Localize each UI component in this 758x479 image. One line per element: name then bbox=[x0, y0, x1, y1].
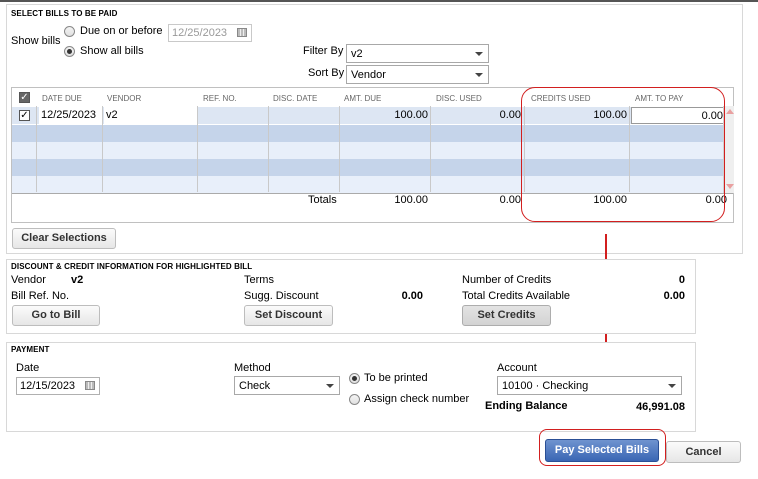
header-ref-no[interactable]: REF. NO. bbox=[203, 94, 237, 103]
chevron-down-icon bbox=[668, 384, 676, 388]
chevron-down-icon bbox=[326, 384, 334, 388]
sort-by-label: Sort By bbox=[308, 67, 345, 79]
due-on-before-radio[interactable] bbox=[64, 26, 75, 37]
payment-date-label: Date bbox=[16, 362, 40, 374]
show-all-bills-radio[interactable] bbox=[64, 46, 75, 57]
totals-label: Totals bbox=[308, 194, 337, 206]
sugg-discount-value: 0.00 bbox=[401, 290, 423, 302]
cell-amt-due: 100.00 bbox=[394, 109, 428, 121]
clear-selections-button[interactable]: Clear Selections bbox=[12, 228, 116, 249]
show-all-bills-label[interactable]: Show all bills bbox=[80, 45, 144, 57]
due-date-field[interactable]: 12/25/2023 bbox=[168, 24, 252, 42]
annotation-highlight-box bbox=[521, 87, 725, 222]
column-divider bbox=[36, 106, 37, 192]
column-divider bbox=[268, 106, 269, 192]
cell-date-due: 12/25/2023 bbox=[39, 107, 102, 124]
method-dropdown[interactable]: Check bbox=[234, 376, 340, 395]
pay-selected-bills-button[interactable]: Pay Selected Bills bbox=[545, 439, 659, 462]
scroll-up-arrow-icon[interactable] bbox=[726, 109, 734, 114]
ending-balance-value: 46,991.08 bbox=[636, 401, 685, 413]
select-bills-title: SELECT BILLS TO BE PAID bbox=[11, 9, 118, 18]
cancel-button[interactable]: Cancel bbox=[666, 441, 741, 463]
to-be-printed-radio[interactable] bbox=[349, 373, 360, 384]
set-discount-button[interactable]: Set Discount bbox=[244, 305, 333, 326]
set-credits-button[interactable]: Set Credits bbox=[462, 305, 551, 326]
filter-by-value: v2 bbox=[351, 48, 363, 60]
due-date-value: 12/25/2023 bbox=[172, 27, 228, 39]
calendar-icon[interactable] bbox=[85, 381, 95, 390]
payment-date-value: 12/15/2023 bbox=[20, 380, 76, 392]
cell-disc-used: 0.00 bbox=[499, 109, 521, 121]
payment-date-field[interactable]: 12/15/2023 bbox=[16, 377, 100, 395]
assign-check-radio[interactable] bbox=[349, 394, 360, 405]
ending-balance-label: Ending Balance bbox=[485, 400, 568, 412]
column-divider bbox=[339, 106, 340, 192]
chevron-down-icon bbox=[475, 52, 483, 56]
row-checkbox[interactable]: ✓ bbox=[19, 110, 30, 121]
method-label: Method bbox=[234, 362, 271, 374]
cell-ref-no[interactable] bbox=[198, 107, 268, 124]
header-date-due[interactable]: DATE DUE bbox=[42, 94, 82, 103]
account-dropdown[interactable]: 10100 · Checking bbox=[497, 376, 682, 395]
to-be-printed-label[interactable]: To be printed bbox=[364, 372, 428, 384]
column-divider bbox=[430, 106, 431, 192]
sort-by-dropdown[interactable]: Vendor bbox=[346, 65, 489, 84]
cell-disc-date[interactable] bbox=[269, 107, 339, 124]
chevron-down-icon bbox=[475, 73, 483, 77]
assign-check-label[interactable]: Assign check number bbox=[364, 393, 469, 405]
filter-by-label: Filter By bbox=[303, 45, 344, 57]
vendor-label: Vendor bbox=[11, 274, 46, 286]
sugg-discount-label: Sugg. Discount bbox=[244, 290, 319, 302]
header-vendor[interactable]: VENDOR bbox=[107, 94, 141, 103]
filter-by-dropdown[interactable]: v2 bbox=[346, 44, 489, 63]
scroll-down-arrow-icon[interactable] bbox=[726, 184, 734, 189]
method-value: Check bbox=[239, 380, 271, 392]
total-credits-value: 0.00 bbox=[663, 290, 685, 302]
terms-label: Terms bbox=[244, 274, 274, 286]
num-credits-value: 0 bbox=[678, 274, 685, 286]
go-to-bill-button[interactable]: Go to Bill bbox=[12, 305, 100, 326]
header-disc-used[interactable]: DISC. USED bbox=[436, 94, 482, 103]
discount-credit-title: DISCOUNT & CREDIT INFORMATION FOR HIGHLI… bbox=[11, 262, 253, 271]
account-value: 10100 · Checking bbox=[502, 380, 589, 392]
column-divider bbox=[197, 106, 198, 192]
header-disc-date[interactable]: DISC. DATE bbox=[273, 94, 317, 103]
calendar-icon[interactable] bbox=[237, 28, 247, 37]
column-divider bbox=[102, 106, 103, 192]
cell-vendor: v2 bbox=[104, 107, 197, 124]
total-amt-due: 100.00 bbox=[394, 194, 428, 206]
total-credits-label: Total Credits Available bbox=[462, 290, 571, 302]
vendor-value: v2 bbox=[71, 274, 84, 286]
sort-by-value: Vendor bbox=[351, 69, 386, 81]
select-all-checkbox[interactable]: ✓ bbox=[19, 92, 30, 103]
num-credits-label: Number of Credits bbox=[462, 274, 552, 286]
account-label: Account bbox=[497, 362, 537, 374]
header-amt-due[interactable]: AMT. DUE bbox=[344, 94, 381, 103]
total-disc-used: 0.00 bbox=[499, 194, 521, 206]
due-on-before-label[interactable]: Due on or before bbox=[80, 25, 163, 37]
window-top-border bbox=[0, 0, 758, 2]
payment-title: PAYMENT bbox=[11, 345, 50, 354]
show-bills-label: Show bills bbox=[11, 35, 61, 47]
bill-ref-label: Bill Ref. No. bbox=[11, 290, 70, 302]
